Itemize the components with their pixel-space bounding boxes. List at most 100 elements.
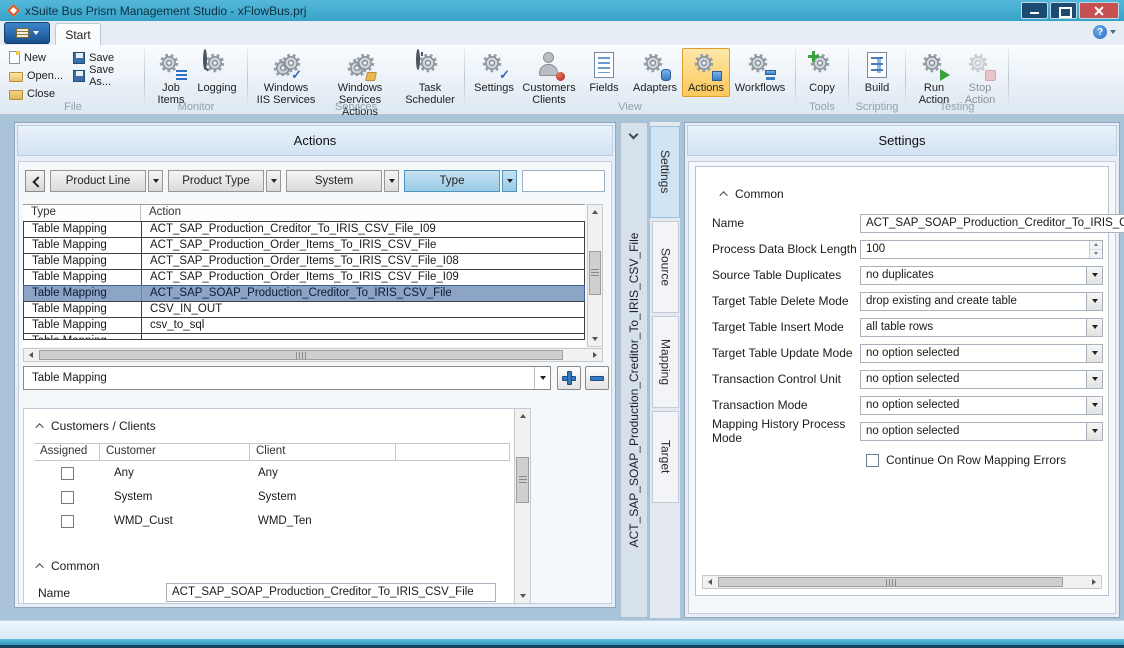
new-file-icon [9,51,20,64]
settings-hscrollbar[interactable] [702,575,1102,589]
target-table-insert-mode-select[interactable]: all table rows [860,318,1103,337]
tab-target[interactable]: Target [652,411,679,503]
tab-mapping[interactable]: Mapping [652,316,679,408]
assigned-checkbox[interactable] [61,491,74,504]
customers-clients-section-header[interactable]: Customers / Clients [32,419,510,433]
common-section-header[interactable]: Common [32,559,510,573]
customer-client-row[interactable]: WMD_Cust WMD_Ten [34,509,510,533]
job-items-button[interactable]: Job Items [150,48,192,109]
tab-source[interactable]: Source [652,221,679,313]
continue-on-row-mapping-errors-checkbox[interactable] [866,454,879,467]
open-button[interactable]: Open... [7,68,65,83]
application-menu-button[interactable] [4,22,50,44]
transaction-control-unit-select[interactable]: no option selected [860,370,1103,389]
filter-system[interactable]: System [286,170,382,192]
maximize-button[interactable] [1050,2,1077,19]
windows-iis-services-button[interactable]: ✓ Windows IIS Services [253,48,319,109]
table-row[interactable]: Table MappingACT_SAP_Production_Creditor… [23,221,585,238]
back-button[interactable] [25,170,45,192]
column-header-type[interactable]: Type [23,205,141,221]
task-scheduler-button[interactable]: Task Scheduler [401,48,459,109]
customers-clients-button[interactable]: Customers Clients [518,48,580,109]
scroll-left-button[interactable] [703,576,717,588]
chevron-down-icon[interactable] [1086,423,1102,440]
name-field[interactable]: ACT_SAP_SOAP_Production_Creditor_To_IRIS… [166,583,496,602]
detail-vscrollbar[interactable] [514,409,530,603]
transaction-mode-select[interactable]: no option selected [860,396,1103,415]
workflows-button[interactable]: Workflows [730,48,790,97]
table-row[interactable]: Table MappingACT_SAP_Production_Order_It… [23,253,585,270]
scroll-left-button[interactable] [24,349,38,361]
target-table-delete-mode-select[interactable]: drop existing and create table [860,292,1103,311]
remove-action-button[interactable] [585,366,609,390]
column-header-customer[interactable]: Customer [100,444,250,460]
column-header-assigned[interactable]: Assigned [34,444,100,460]
filter-product-line[interactable]: Product Line [50,170,146,192]
actions-table-vscrollbar[interactable] [587,204,603,347]
logging-button[interactable]: Logging [192,48,242,97]
build-button[interactable]: Build [854,48,900,97]
add-action-button[interactable] [557,366,581,390]
filter-product-type[interactable]: Product Type [168,170,264,192]
scroll-right-button[interactable] [588,349,602,361]
scroll-right-button[interactable] [1087,576,1101,588]
settings-button[interactable]: ✓ Settings [470,48,518,97]
chevron-down-icon[interactable] [1086,293,1102,310]
filter-product-type-dropdown[interactable] [266,170,281,192]
tab-settings[interactable]: Settings [650,126,680,218]
help-button[interactable]: ? [1093,25,1116,39]
adapters-button[interactable]: Adapters [628,48,682,97]
scroll-down-button[interactable] [588,332,602,346]
close-button[interactable] [1079,2,1119,19]
spinner-icon[interactable] [1089,241,1102,258]
type-selector[interactable]: Table Mapping [23,366,551,390]
filter-product-line-dropdown[interactable] [148,170,163,192]
target-table-update-mode-select[interactable]: no option selected [860,344,1103,363]
tab-start[interactable]: Start [55,23,101,45]
column-header-action[interactable]: Action [141,205,585,221]
chevron-down-icon[interactable] [1086,345,1102,362]
filter-system-dropdown[interactable] [384,170,399,192]
run-action-button[interactable]: Run Action [911,48,957,109]
new-button[interactable]: New [7,50,65,65]
table-row[interactable]: Table MappingACT_SAP_Production_Order_It… [23,237,585,254]
scroll-thumb[interactable] [516,457,529,503]
table-row[interactable]: Table MappingCSV_IN_OUT [23,301,585,318]
mapping-history-process-mode-select[interactable]: no option selected [860,422,1103,441]
name-field[interactable]: ACT_SAP_SOAP_Production_Creditor_To_IRIS… [860,214,1124,233]
customer-client-row[interactable]: System System [34,485,510,509]
actions-table-hscrollbar[interactable] [23,348,603,362]
assigned-checkbox[interactable] [61,515,74,528]
chevron-down-icon[interactable] [534,367,550,389]
customer-client-row[interactable]: Any Any [34,461,510,485]
process-data-block-length-stepper[interactable]: 100 [860,240,1103,259]
fields-button[interactable]: Fields [581,48,627,97]
assigned-checkbox[interactable] [61,467,74,480]
table-row[interactable]: Table Mappingcsv_to_sql [23,317,585,334]
common-section-header[interactable]: Common [716,187,1108,201]
scroll-thumb[interactable] [39,350,563,360]
chevron-down-icon[interactable] [1086,397,1102,414]
filter-type[interactable]: Type [404,170,500,192]
minimize-button[interactable] [1021,2,1048,19]
chevron-down-icon[interactable] [1086,267,1102,284]
column-header-client[interactable]: Client [250,444,396,460]
filter-search-input[interactable] [522,170,605,192]
scroll-down-button[interactable] [515,589,530,603]
scroll-thumb[interactable] [589,251,601,295]
close-button-file[interactable]: Close [7,86,65,101]
expand-chevron-icon[interactable] [629,130,639,140]
table-row[interactable]: Table Mapping [23,333,585,340]
table-row[interactable]: Table MappingACT_SAP_Production_Order_It… [23,269,585,286]
chevron-down-icon[interactable] [1086,371,1102,388]
save-as-button[interactable]: Save As... [71,68,139,83]
chevron-down-icon[interactable] [1086,319,1102,336]
table-row-selected[interactable]: Table MappingACT_SAP_SOAP_Production_Cre… [23,285,585,302]
scroll-up-button[interactable] [515,409,530,423]
copy-button[interactable]: Copy [801,48,843,97]
scroll-up-button[interactable] [588,205,602,219]
actions-button[interactable]: Actions [682,48,730,97]
source-table-duplicates-select[interactable]: no duplicates [860,266,1103,285]
filter-type-dropdown[interactable] [502,170,517,192]
scroll-thumb[interactable] [718,577,1063,587]
